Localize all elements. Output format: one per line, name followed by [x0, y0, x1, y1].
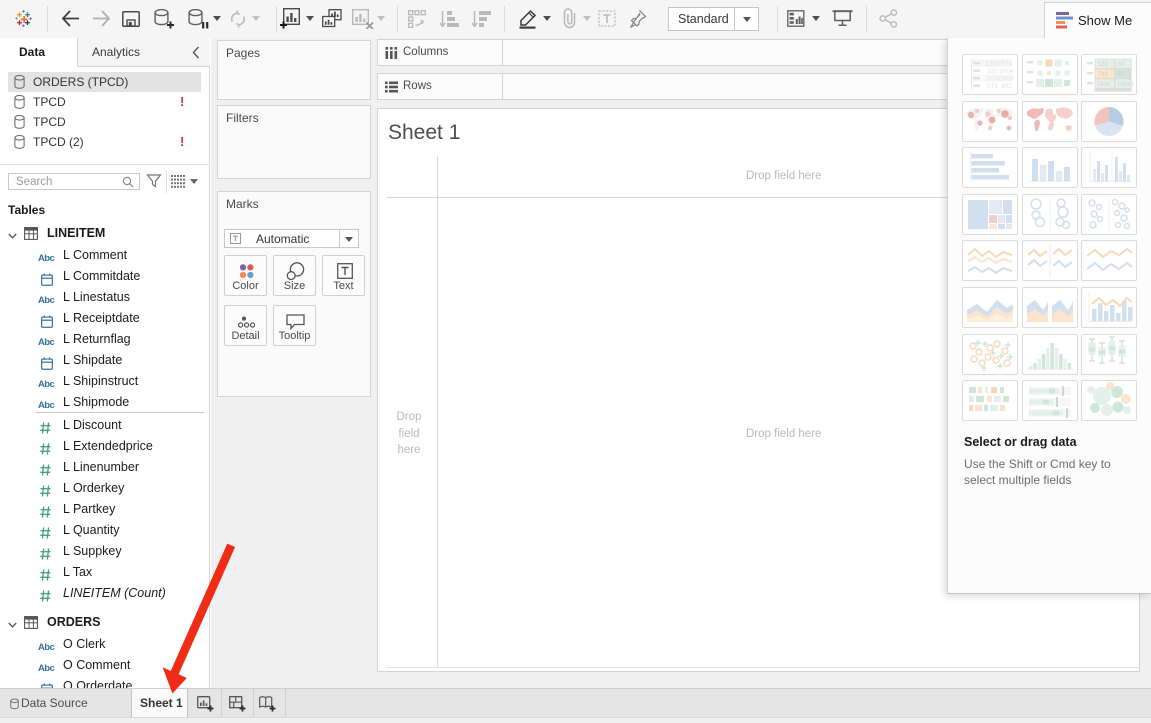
svg-text:123: 123	[1098, 62, 1109, 68]
svg-text:330: 330	[987, 68, 998, 75]
svg-text:10540: 10540	[1117, 82, 1134, 88]
svg-text:071: 071	[987, 83, 998, 90]
svg-text:302: 302	[1001, 83, 1012, 90]
svg-text:3004: 3004	[999, 68, 1014, 75]
svg-text:748: 748	[1098, 72, 1109, 78]
svg-text:54: 54	[1118, 62, 1125, 68]
svg-text:62: 62	[1118, 72, 1125, 78]
svg-text:2859: 2859	[999, 76, 1014, 83]
svg-text:2400: 2400	[1097, 82, 1111, 88]
svg-text:1234: 1234	[985, 61, 1000, 68]
svg-text:2020: 2020	[985, 76, 1000, 83]
svg-text:573: 573	[1001, 61, 1012, 68]
